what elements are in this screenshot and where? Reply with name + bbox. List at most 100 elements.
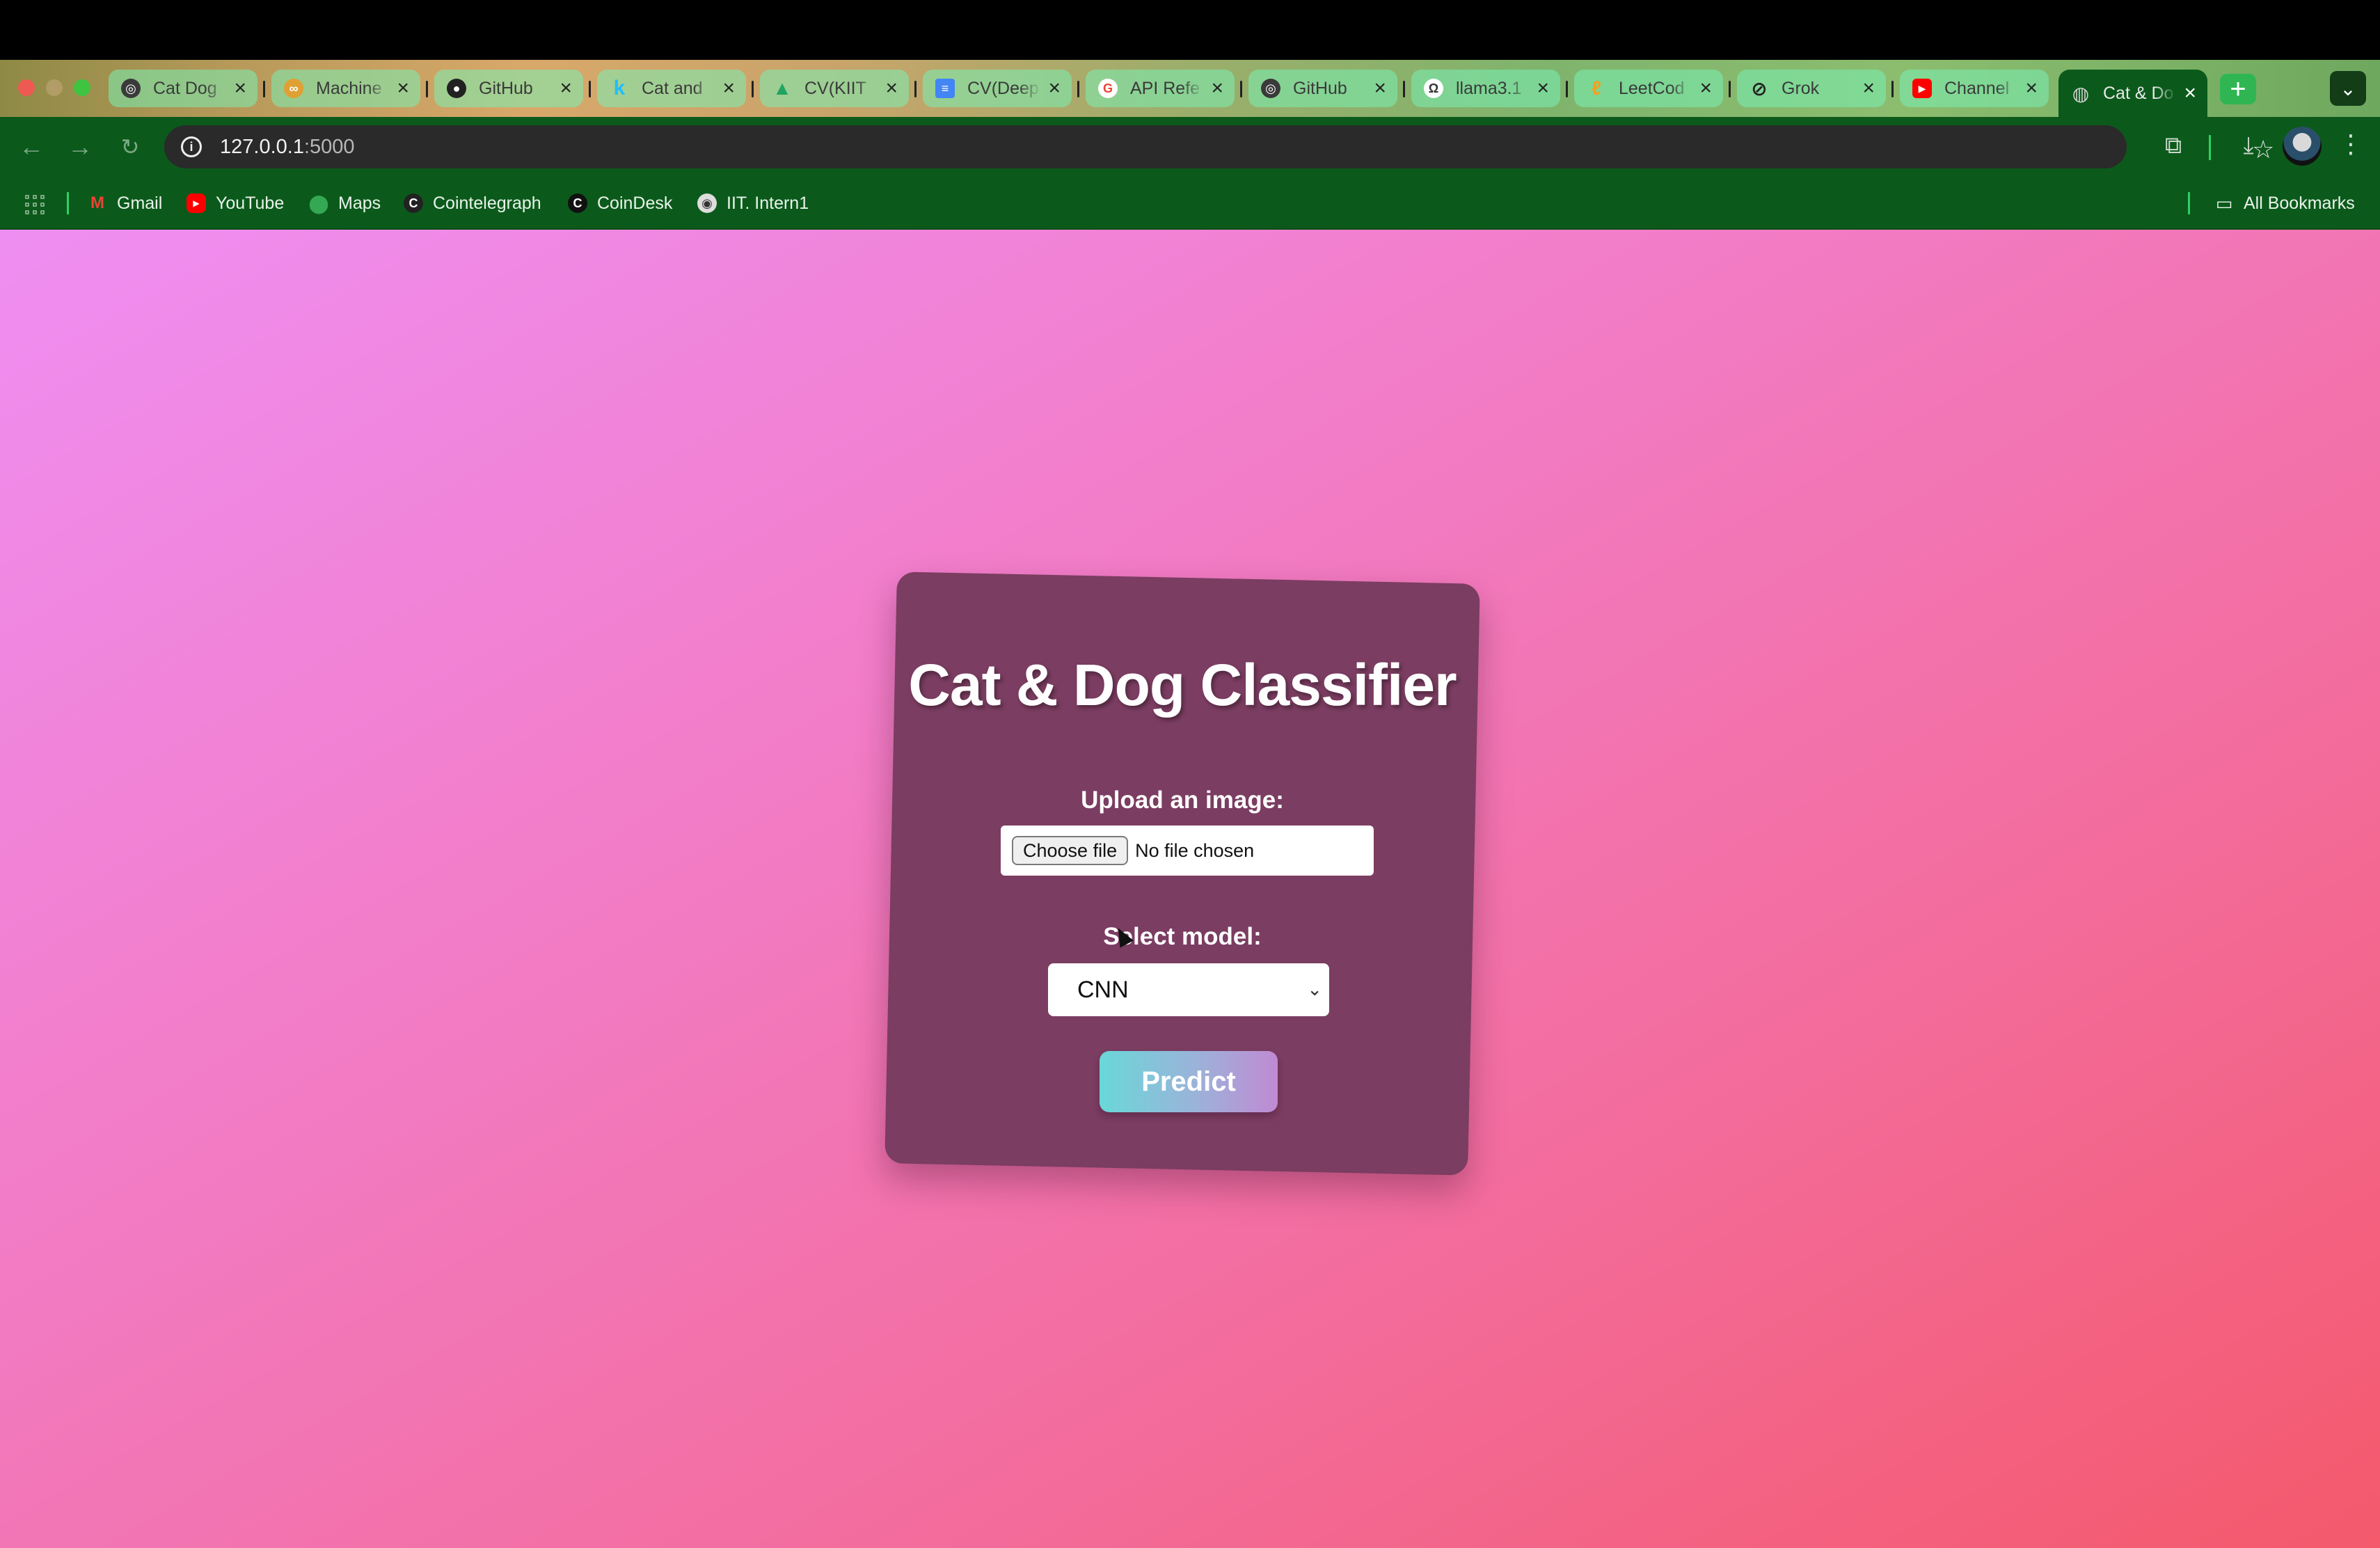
model-select-value: CNN <box>1077 976 1129 1003</box>
bookmark-separator <box>2188 192 2190 214</box>
bookmark-youtube[interactable]: ▶ YouTube <box>187 191 284 216</box>
tab-separator <box>1566 81 1568 97</box>
toolbar-separator <box>2209 135 2211 160</box>
tab-cat-dog[interactable]: ◎ Cat Dog × <box>109 70 257 107</box>
close-tab-icon[interactable]: × <box>1862 78 1875 99</box>
cointelegraph-icon: C <box>404 194 423 213</box>
site-info-icon[interactable]: i <box>181 136 202 157</box>
minimize-window-button[interactable] <box>46 79 63 96</box>
chevron-down-icon: ⌄ <box>1307 979 1322 1000</box>
bookmark-coindesk[interactable]: C CoinDesk <box>568 191 672 216</box>
tab-machine[interactable]: ∞ Machine × <box>271 70 420 107</box>
close-window-button[interactable] <box>18 79 35 96</box>
close-tab-icon[interactable]: × <box>1537 78 1549 99</box>
github-icon: ● <box>447 79 466 98</box>
profile-avatar[interactable] <box>2283 127 2322 166</box>
bookmark-maps[interactable]: ⬤ Maps <box>308 191 381 216</box>
close-tab-icon[interactable]: × <box>397 78 409 99</box>
kaggle-icon: k <box>613 77 626 100</box>
bookmark-gmail[interactable]: M Gmail <box>88 191 162 216</box>
download-icon[interactable]: ⤓ <box>2231 128 2266 163</box>
page-background: Cat & Dog Classifier Upload an image: Ch… <box>0 230 2380 1548</box>
tab-github-2[interactable]: ◎ GitHub × <box>1248 70 1397 107</box>
close-tab-icon[interactable]: × <box>2184 83 2196 104</box>
card-content: Cat & Dog Classifier Upload an image: Ch… <box>891 578 1474 1169</box>
tab-channel[interactable]: ▶ Channel × <box>1900 70 2049 107</box>
bookmark-cointelegraph[interactable]: C Cointelegraph <box>404 191 541 216</box>
predict-button[interactable]: Predict <box>1100 1051 1278 1112</box>
docs-icon: ≡ <box>935 79 955 98</box>
tab-separator <box>752 81 754 97</box>
all-bookmarks-button[interactable]: ▭ All Bookmarks <box>2214 191 2355 216</box>
grok-icon: ⊘ <box>1751 77 1768 100</box>
tab-separator <box>589 81 591 97</box>
tab-separator <box>263 81 265 97</box>
close-tab-icon[interactable]: × <box>722 78 735 99</box>
tab-api-reference[interactable]: G API Refe × <box>1086 70 1235 107</box>
tab-github[interactable]: ● GitHub × <box>434 70 583 107</box>
folder-icon: ▭ <box>2215 192 2233 214</box>
tab-strip: ◎ Cat Dog × ∞ Machine × ● GitHub × k Cat… <box>0 60 2380 117</box>
tab-cat-and[interactable]: k Cat and × <box>597 70 746 107</box>
google-icon: G <box>1098 79 1118 98</box>
back-button[interactable]: ← <box>14 129 49 164</box>
tab-grok[interactable]: ⊘ Grok × <box>1737 70 1886 107</box>
tab-llama[interactable]: Ω llama3.1 × <box>1411 70 1560 107</box>
file-status-text: No file chosen <box>1135 839 1255 861</box>
tab-separator <box>1403 81 1405 97</box>
choose-file-button[interactable]: Choose file <box>1012 836 1129 865</box>
extensions-icon[interactable]: ⧉ <box>2156 128 2191 163</box>
menu-kebab-icon[interactable]: ⋮ <box>2338 129 2363 159</box>
tab-separator <box>914 81 917 97</box>
tab-leetcode[interactable]: ℓ LeetCod × <box>1574 70 1723 107</box>
openai-icon: ◎ <box>121 79 141 98</box>
openai-icon: ◎ <box>1261 79 1280 98</box>
classifier-card: Cat & Dog Classifier Upload an image: Ch… <box>884 571 1480 1176</box>
tab-separator <box>1077 81 1079 97</box>
close-tab-icon[interactable]: × <box>2025 78 2038 99</box>
close-tab-icon[interactable]: × <box>1374 78 1386 99</box>
iit-icon: ◉ <box>697 194 717 213</box>
apps-grid-icon[interactable] <box>25 195 45 214</box>
close-tab-icon[interactable]: × <box>1048 78 1061 99</box>
upload-label: Upload an image: <box>1081 787 1284 814</box>
close-tab-icon[interactable]: × <box>1699 78 1712 99</box>
infinity-icon: ∞ <box>284 79 303 98</box>
forward-button[interactable]: → <box>63 129 97 164</box>
close-tab-icon[interactable]: × <box>234 78 246 99</box>
ollama-icon: Ω <box>1424 79 1443 98</box>
tab-cat-dog-classifier[interactable]: ◍ Cat & Do × <box>2058 70 2207 117</box>
bookmark-separator <box>67 192 69 214</box>
maps-icon: ⬤ <box>308 192 329 214</box>
tab-separator <box>1729 81 1731 97</box>
page-title: Cat & Dog Classifier <box>908 652 1457 718</box>
tab-separator <box>1240 81 1242 97</box>
close-tab-icon[interactable]: × <box>560 78 572 99</box>
bookmark-iit-intern[interactable]: ◉ IIT. Intern1 <box>697 191 809 216</box>
globe-icon: ◍ <box>2072 82 2090 104</box>
tab-separator <box>426 81 428 97</box>
model-label: Select model: <box>1103 923 1262 950</box>
maximize-window-button[interactable] <box>74 79 90 96</box>
tab-cv-deep[interactable]: ≡ CV(Deep × <box>923 70 1072 107</box>
url-text: 127.0.0.1:5000 <box>220 136 355 159</box>
gmail-icon: M <box>90 194 104 212</box>
tab-search-button[interactable]: ⌄ <box>2330 71 2366 106</box>
browser-toolbar: ← → ↻ i 127.0.0.1:5000 ☆ ⧉ ⤓ ⋮ <box>0 117 2380 177</box>
youtube-icon: ▶ <box>187 194 206 213</box>
bookmarks-bar: M Gmail ▶ YouTube ⬤ Maps C Cointelegraph… <box>0 177 2380 230</box>
url-host: 127.0.0.1 <box>220 135 304 158</box>
new-tab-button[interactable]: + <box>2220 74 2256 104</box>
close-tab-icon[interactable]: × <box>885 78 898 99</box>
file-input[interactable]: Choose file No file chosen <box>1001 826 1374 876</box>
drive-icon: ▲ <box>772 77 792 99</box>
tab-cv-kiit[interactable]: ▲ CV(KIIT × <box>760 70 909 107</box>
model-select[interactable]: CNN ⌄ <box>1048 963 1329 1016</box>
url-port: :5000 <box>303 135 355 158</box>
youtube-icon: ▶ <box>1912 79 1932 98</box>
leetcode-icon: ℓ <box>1592 77 1601 99</box>
tab-separator <box>1891 81 1894 97</box>
close-tab-icon[interactable]: × <box>1211 78 1223 99</box>
reload-button[interactable]: ↻ <box>113 129 148 164</box>
address-bar[interactable]: i 127.0.0.1:5000 ☆ <box>164 125 2274 168</box>
